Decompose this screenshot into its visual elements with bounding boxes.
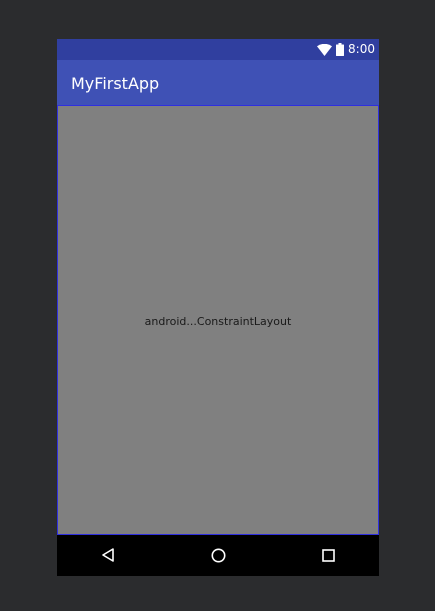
navigation-bar [57, 535, 379, 576]
back-button[interactable] [98, 545, 118, 565]
status-bar: 8:00 [57, 39, 379, 60]
recents-button[interactable] [318, 545, 338, 565]
back-icon [101, 548, 115, 562]
battery-icon [336, 43, 345, 56]
home-icon [211, 548, 226, 563]
status-icons: 8:00 [317, 39, 375, 60]
app-title: MyFirstApp [71, 74, 160, 93]
layout-label: android...ConstraintLayout [144, 315, 292, 328]
recents-icon [321, 548, 335, 562]
status-time: 8:00 [348, 42, 375, 56]
device-frame: 8:00 MyFirstApp android...ConstraintLayo… [57, 39, 379, 576]
wifi-icon [317, 43, 333, 56]
home-button[interactable] [208, 545, 228, 565]
constraint-layout[interactable]: android...ConstraintLayout [57, 105, 379, 535]
app-bar: MyFirstApp [57, 60, 379, 105]
